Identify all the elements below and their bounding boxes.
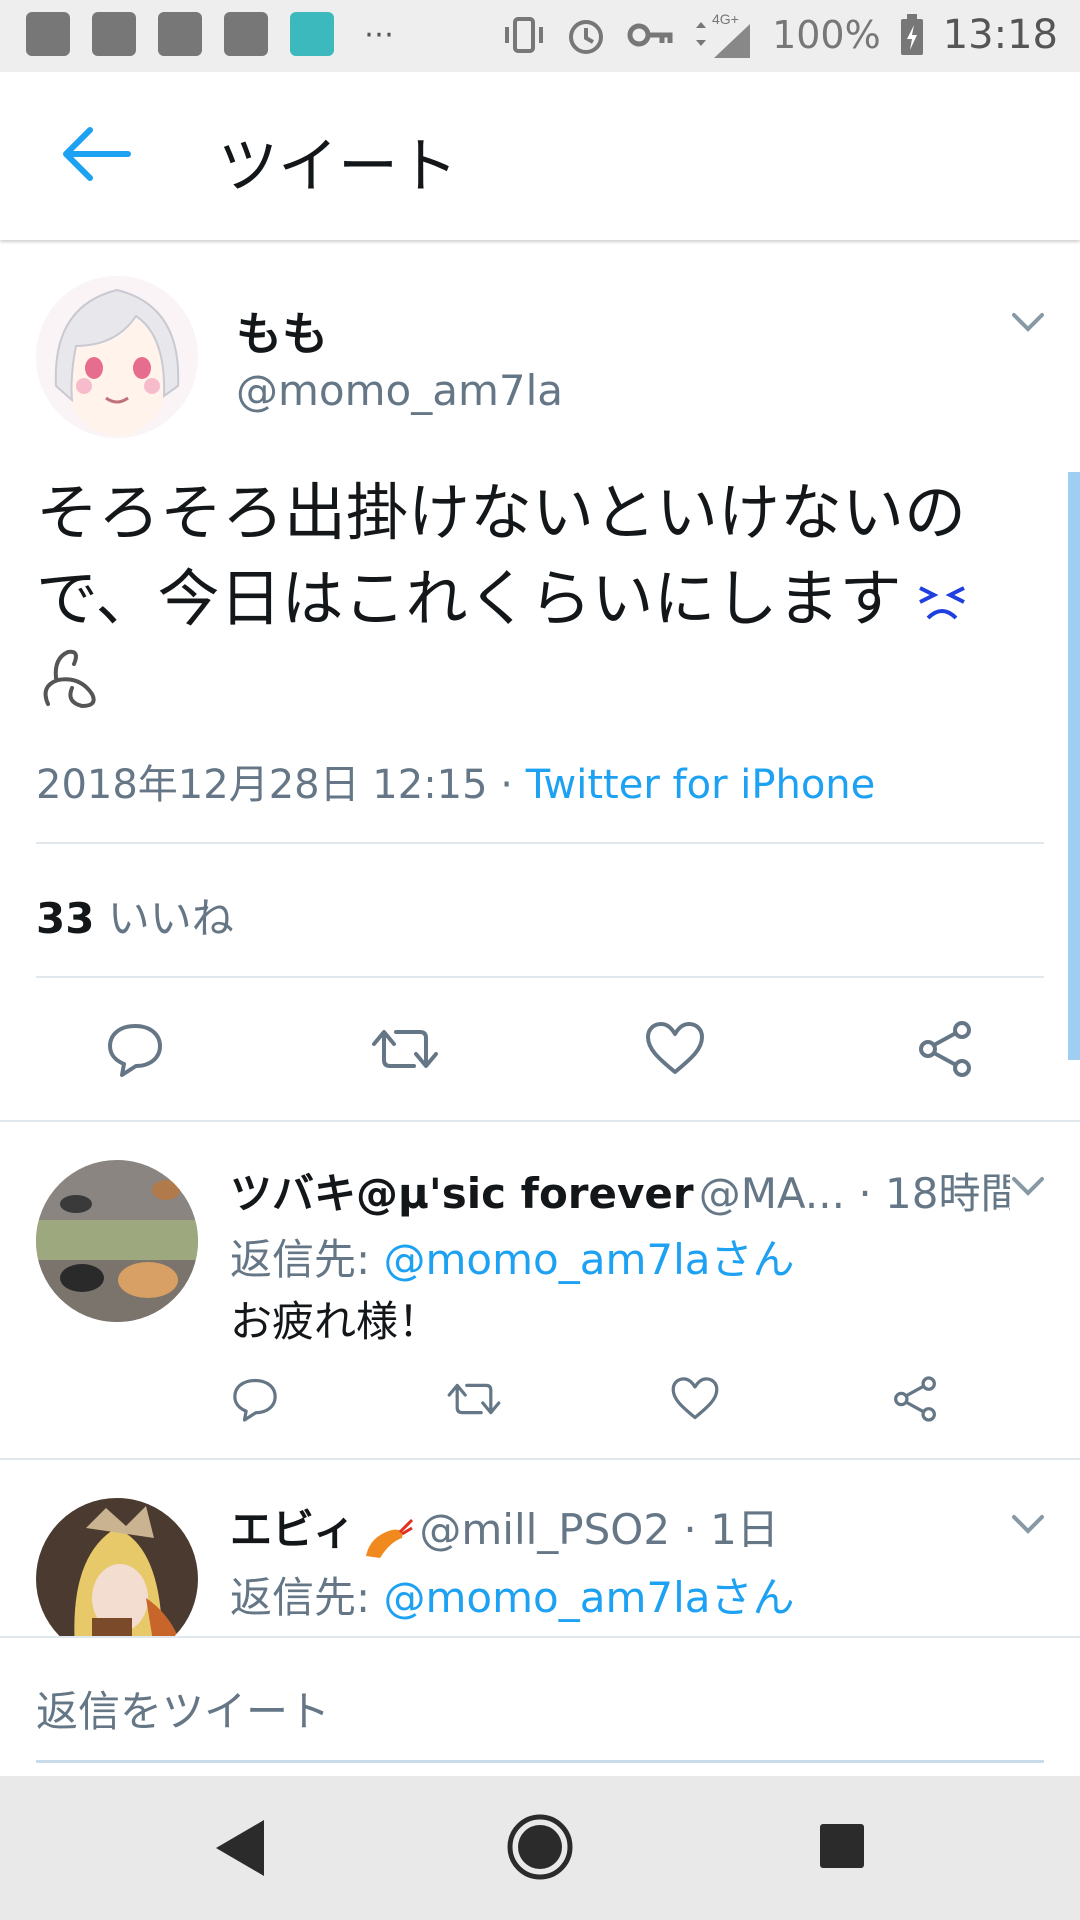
page-title: ツイート: [218, 132, 458, 202]
reply-1-handle: @MA... · 18時間: [698, 1169, 1010, 1218]
tweet-text-line-2-text: で、今日はこれくらいにします: [36, 562, 902, 635]
tired-face-emoji-icon: [918, 586, 965, 620]
reply-2-name[interactable]: エビィ: [230, 1505, 355, 1554]
tweet-text-line-1: そろそろ出掛けないといけないの: [36, 476, 967, 549]
author-avatar[interactable]: [36, 276, 198, 438]
reply-2-handle: @mill_PSO2 · 1日: [419, 1505, 779, 1554]
likes-count[interactable]: 33 いいね: [36, 885, 234, 946]
reply-compose-bar: 返信をツイート: [0, 1636, 1080, 1778]
retweet-icon[interactable]: [370, 1018, 440, 1080]
scrollbar[interactable]: [1068, 472, 1080, 1060]
battery-percent: 100%: [772, 13, 881, 57]
reply-input-underline: [36, 1760, 1044, 1763]
reply-2-avatar[interactable]: [36, 1498, 198, 1636]
dogs-photo-avatar-icon: [36, 1160, 198, 1322]
wallet-notification-icon: [92, 12, 136, 56]
share-icon[interactable]: [914, 1018, 976, 1080]
divider: [36, 842, 1044, 844]
reply-1-text: お疲れ様！: [230, 1297, 441, 1346]
more-notifications-icon: ⋯: [364, 16, 396, 52]
reply-input[interactable]: 返信をツイート: [36, 1678, 330, 1739]
svg-text:4G+: 4G+: [712, 11, 739, 27]
chevron-down-icon[interactable]: [1010, 1512, 1046, 1536]
likes-label: いいね: [94, 894, 234, 943]
chevron-down-icon[interactable]: [1010, 1174, 1046, 1198]
divider: [0, 1120, 1080, 1122]
character-avatar-icon: [36, 1498, 198, 1636]
back-arrow-icon[interactable]: [58, 122, 132, 186]
anime-girl-avatar-icon: [36, 276, 198, 438]
navigation-bar: [0, 1776, 1080, 1920]
like-heart-icon[interactable]: [644, 1018, 706, 1080]
reply-2-reply-to: 返信先: @momo_am7laさん: [230, 1564, 795, 1625]
gallery-notification-icon: [158, 12, 202, 56]
reply-to-link[interactable]: @momo_am7laさん: [384, 1235, 795, 1284]
reply-1-header: ツバキ@μ'sic forever @MA... · 18時間: [230, 1160, 1010, 1221]
alarm-icon: [569, 20, 604, 54]
app-notification-icon: [224, 12, 268, 56]
tweet-meta: 2018年12月28日 12:15 · Twitter for iPhone: [36, 752, 875, 810]
reply-to-link[interactable]: @momo_am7laさん: [384, 1573, 795, 1622]
reply-to-label: 返信先:: [230, 1235, 384, 1284]
app-bar: ツイート: [0, 72, 1080, 240]
tweet-source-link[interactable]: Twitter for iPhone: [526, 762, 876, 808]
retweet-icon[interactable]: [446, 1374, 502, 1424]
system-indicators: 4G+ 100% 13:18: [502, 10, 1058, 60]
fried-shrimp-emoji-icon: [366, 1518, 414, 1558]
tweet-timestamp: 2018年12月28日 12:15 ·: [36, 762, 526, 808]
vpn-key-icon: [627, 23, 673, 47]
reply-icon[interactable]: [104, 1018, 166, 1080]
recents-square-icon[interactable]: [818, 1822, 866, 1870]
reply-2-header: エビィ @mill_PSO2 · 1日: [230, 1496, 779, 1562]
reply-to-label: 返信先:: [230, 1573, 384, 1622]
dash-emoji-icon: [43, 649, 96, 709]
divider: [36, 976, 1044, 978]
share-icon[interactable]: [890, 1374, 940, 1424]
author-handle[interactable]: @momo_am7la: [236, 366, 563, 415]
tweet-text: そろそろ出掛けないといけないの で、今日はこれくらいにします: [36, 470, 1036, 728]
like-heart-icon[interactable]: [670, 1374, 720, 1424]
notification-icons: ⋯: [26, 12, 396, 56]
reply-1-reply-to: 返信先: @momo_am7laさん: [230, 1226, 795, 1287]
tweet-text-line-3: [36, 642, 1036, 728]
back-triangle-icon[interactable]: [210, 1814, 270, 1882]
status-bar: ⋯ 4G+ 100% 13:18: [0, 0, 1080, 72]
home-circle-icon[interactable]: [505, 1812, 575, 1882]
app-notification-icon: [26, 12, 70, 56]
reply-2: エビィ @mill_PSO2 · 1日 返信先: @momo_am7laさん: [0, 1460, 1080, 1636]
reply-icon[interactable]: [230, 1374, 280, 1424]
chevron-down-icon[interactable]: [1010, 310, 1046, 334]
calculator-notification-icon: [290, 12, 334, 56]
vibrate-icon: [505, 17, 544, 53]
signal-icon: 4G+: [696, 11, 751, 58]
clock: 13:18: [942, 12, 1058, 58]
battery-charging-icon: [900, 14, 923, 55]
reply-1-avatar[interactable]: [36, 1160, 198, 1322]
tweet-text-line-2: で、今日はこれくらいにします: [36, 556, 1036, 642]
likes-number: 33: [36, 894, 95, 943]
author-name[interactable]: もも: [236, 298, 328, 364]
reply-1-name[interactable]: ツバキ@μ'sic forever: [230, 1169, 694, 1218]
